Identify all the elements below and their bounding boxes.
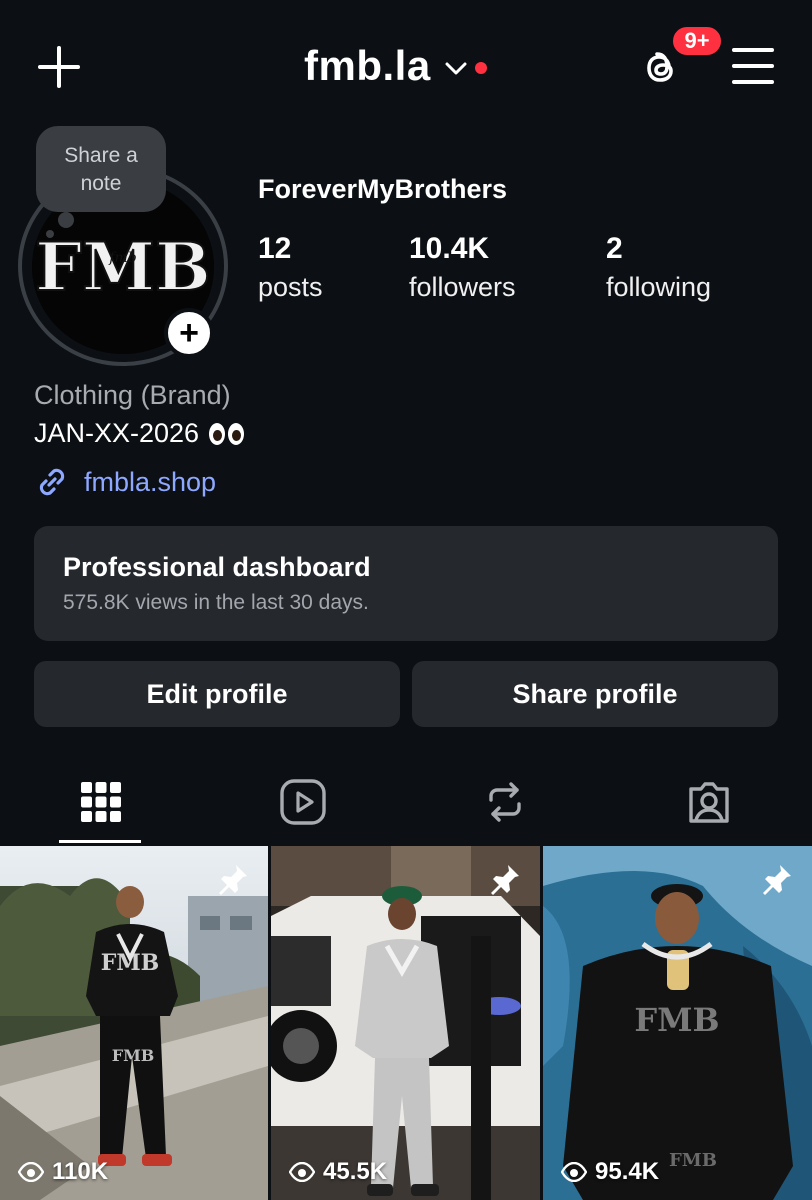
profile-link-text: fmbla.shop xyxy=(84,466,217,497)
post-pants-text: FMB xyxy=(669,1150,717,1171)
reels-icon xyxy=(280,779,326,825)
following-stat[interactable]: 2 following xyxy=(606,232,711,303)
notification-badge: 9+ xyxy=(670,24,724,58)
active-tab-indicator xyxy=(59,840,141,843)
tab-reels[interactable] xyxy=(275,774,331,830)
avatar-logo-small: fmb xyxy=(108,250,136,266)
following-count: 2 xyxy=(606,232,623,265)
views-eye-icon xyxy=(561,1162,587,1182)
tagged-icon xyxy=(689,782,729,823)
tab-reposts[interactable] xyxy=(477,774,533,830)
account-alert-dot xyxy=(474,62,487,74)
profile-tabs xyxy=(0,756,812,846)
reposts-icon xyxy=(489,782,521,822)
followers-count: 10.4K xyxy=(409,232,490,265)
post-image xyxy=(271,846,540,1200)
posts-stat[interactable]: 12 posts xyxy=(258,232,323,303)
share-profile-button[interactable]: Share profile xyxy=(412,661,778,727)
note-text: Share a note xyxy=(64,144,138,195)
post-tile[interactable]: FMB FMB 110K xyxy=(0,846,268,1200)
bio-text: JAN-XX-2026 xyxy=(34,418,245,449)
views-eye-icon xyxy=(289,1162,315,1182)
edit-profile-button[interactable]: Edit profile xyxy=(34,661,400,727)
posts-count: 12 xyxy=(258,232,292,265)
link-icon xyxy=(39,468,65,496)
followers-label: followers xyxy=(409,272,516,302)
grid-icon xyxy=(81,782,121,822)
post-pants-text: FMB xyxy=(112,1046,155,1065)
post-image: FMB FMB xyxy=(543,846,812,1200)
views-eye-icon xyxy=(18,1162,44,1182)
professional-dashboard-card[interactable]: Professional dashboard 575.8K views in t… xyxy=(34,526,778,641)
tab-grid[interactable] xyxy=(73,774,129,830)
post-views-count: 110K xyxy=(52,1158,109,1185)
display-name: ForeverMyBrothers xyxy=(258,174,508,204)
post-image: FMB FMB xyxy=(0,846,268,1200)
eyes-emoji-icon xyxy=(209,422,245,445)
profile-category: Clothing (Brand) xyxy=(34,380,231,410)
pinned-post-icon xyxy=(219,865,247,895)
dashboard-title: Professional dashboard xyxy=(63,552,371,582)
dashboard-subtitle: 575.8K views in the last 30 days. xyxy=(63,591,369,614)
post-views-count: 95.4K xyxy=(595,1158,660,1185)
posts-grid: FMB FMB 110K 45.5K FMB FMB 95.4K xyxy=(0,846,812,1200)
chevron-down-icon xyxy=(445,62,467,75)
followers-stat[interactable]: 10.4K followers xyxy=(409,232,516,303)
hamburger-menu-icon[interactable] xyxy=(730,46,776,86)
post-views: 95.4K xyxy=(561,1158,659,1186)
post-views: 110K xyxy=(18,1158,108,1186)
bio-line: JAN-XX-2026 xyxy=(34,418,200,448)
add-story-plus-icon[interactable]: + xyxy=(164,308,214,358)
avatar-logo-text: FMB xyxy=(35,228,211,306)
tab-tagged[interactable] xyxy=(681,774,737,830)
post-tile[interactable]: FMB FMB 95.4K xyxy=(543,846,812,1200)
post-sweatshirt-text: FMB xyxy=(634,1001,719,1039)
pinned-post-icon xyxy=(763,865,791,895)
following-label: following xyxy=(606,272,712,302)
account-switcher[interactable]: fmb.la xyxy=(304,42,487,90)
create-post-plus-icon[interactable] xyxy=(36,44,82,90)
profile-username: fmb.la xyxy=(304,42,431,89)
pinned-post-icon xyxy=(491,865,519,895)
post-views: 45.5K xyxy=(289,1158,387,1186)
top-bar: fmb.la 9+ xyxy=(0,0,812,130)
profile-link[interactable]: fmbla.shop xyxy=(34,464,216,500)
post-views-count: 45.5K xyxy=(323,1158,388,1185)
share-note-bubble[interactable]: Share a note xyxy=(36,126,166,238)
posts-label: posts xyxy=(258,272,323,302)
post-tile[interactable]: 45.5K xyxy=(271,846,540,1200)
